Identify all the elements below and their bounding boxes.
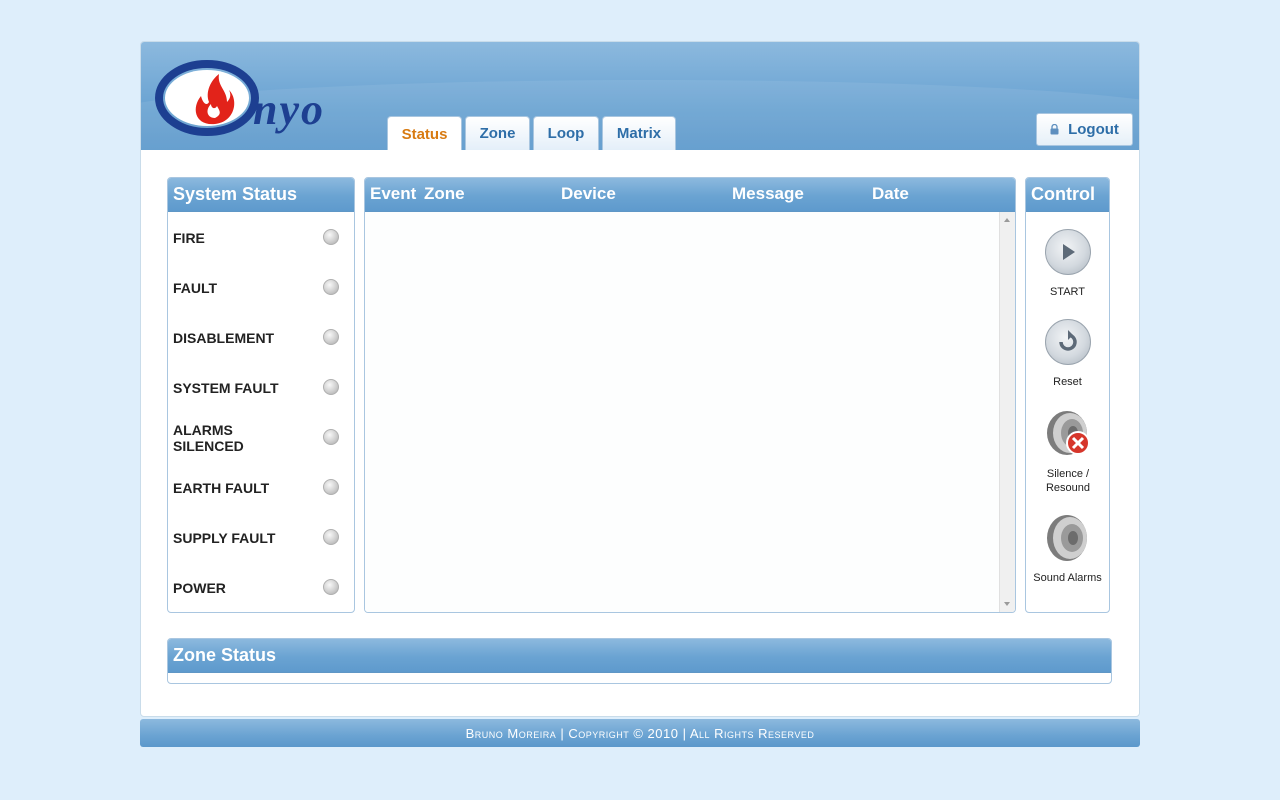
silence-resound-control: Silence / Resound: [1026, 409, 1109, 495]
logo-text: nyo: [253, 85, 325, 134]
event-log-panel: Event Zone Device Message Date: [364, 177, 1016, 613]
header-banner: nyo Status Zone Loop Matrix Logout: [141, 42, 1139, 150]
status-item-disablement: DISABLEMENT: [173, 330, 343, 346]
start-label: START: [1049, 286, 1086, 298]
system-status-panel: System Status FIRE FAULT DISABLEMENT SYS…: [167, 177, 355, 613]
logout-button[interactable]: Logout: [1036, 113, 1133, 146]
fault-led-indicator: [323, 279, 339, 295]
scroll-down-arrow-icon[interactable]: [1004, 602, 1010, 606]
reset-control: Reset: [1026, 319, 1109, 389]
disablement-led-indicator: [323, 329, 339, 345]
tab-status[interactable]: Status: [387, 116, 462, 150]
speaker-mute-icon: [1046, 411, 1090, 455]
status-item-fire: FIRE: [173, 230, 343, 246]
sound-alarms-label: Sound Alarms: [1033, 572, 1102, 584]
status-label: ALARMS SILENCED: [173, 422, 244, 454]
footer-copyright: Bruno Moreira | Copyright © 2010 | All R…: [140, 719, 1140, 747]
start-button[interactable]: [1044, 229, 1091, 275]
control-title: Control: [1026, 178, 1109, 212]
system-status-title: System Status: [168, 178, 354, 212]
status-item-alarms-silenced: ALARMS SILENCED: [173, 422, 263, 454]
status-item-power: POWER: [173, 580, 343, 596]
column-header-device: Device: [561, 184, 616, 203]
status-label: FAULT: [173, 280, 218, 296]
status-item-fault: FAULT: [173, 280, 343, 296]
reset-label: Reset: [1053, 376, 1082, 388]
power-led-indicator: [323, 579, 339, 595]
column-header-zone: Zone: [424, 184, 465, 203]
control-panel: Control START Reset Silence / Resound So…: [1025, 177, 1110, 613]
fire-led-indicator: [323, 229, 339, 245]
zone-status-panel: Zone Status: [167, 638, 1112, 684]
sound-alarms-button[interactable]: [1043, 513, 1093, 563]
play-icon: [1062, 244, 1075, 260]
silence-resound-button[interactable]: [1043, 409, 1093, 459]
status-item-earth-fault: EARTH FAULT: [173, 480, 343, 496]
event-list-scrollbar[interactable]: [999, 212, 1015, 612]
system-fault-led-indicator: [323, 379, 339, 395]
status-label: EARTH FAULT: [173, 480, 270, 496]
tab-zone[interactable]: Zone: [465, 116, 530, 150]
event-list-body: [365, 212, 1000, 612]
main-tabs: Status Zone Loop Matrix: [387, 116, 676, 150]
column-header-event: Event: [370, 184, 417, 203]
reset-button[interactable]: [1044, 319, 1091, 365]
silence-resound-label: Silence / Resound: [1045, 468, 1091, 494]
status-item-system-fault: SYSTEM FAULT: [173, 380, 343, 396]
scroll-up-arrow-icon[interactable]: [1004, 218, 1010, 222]
column-header-message: Message: [732, 184, 804, 203]
tab-loop[interactable]: Loop: [533, 116, 599, 150]
logout-label: Logout: [1068, 121, 1119, 138]
earth-fault-led-indicator: [323, 479, 339, 495]
status-label: SYSTEM FAULT: [173, 380, 279, 396]
status-label: FIRE: [173, 230, 205, 246]
status-item-supply-fault: SUPPLY FAULT: [173, 530, 343, 546]
app-container: nyo Status Zone Loop Matrix Logout Syste…: [140, 41, 1140, 717]
supply-fault-led-indicator: [323, 529, 339, 545]
status-label: POWER: [173, 580, 226, 596]
tab-matrix[interactable]: Matrix: [602, 116, 676, 150]
alarms-silenced-led-indicator: [323, 429, 339, 445]
column-header-date: Date: [872, 184, 909, 203]
sound-alarms-control: Sound Alarms: [1026, 513, 1109, 585]
speaker-icon: [1046, 515, 1087, 561]
zone-status-title: Zone Status: [168, 639, 1111, 673]
lock-icon: [1050, 124, 1059, 135]
reset-icon: [1058, 330, 1077, 351]
start-control: START: [1026, 229, 1109, 299]
status-label: SUPPLY FAULT: [173, 530, 276, 546]
status-label: DISABLEMENT: [173, 330, 275, 346]
event-table-header: Event Zone Device Message Date: [365, 178, 1015, 212]
